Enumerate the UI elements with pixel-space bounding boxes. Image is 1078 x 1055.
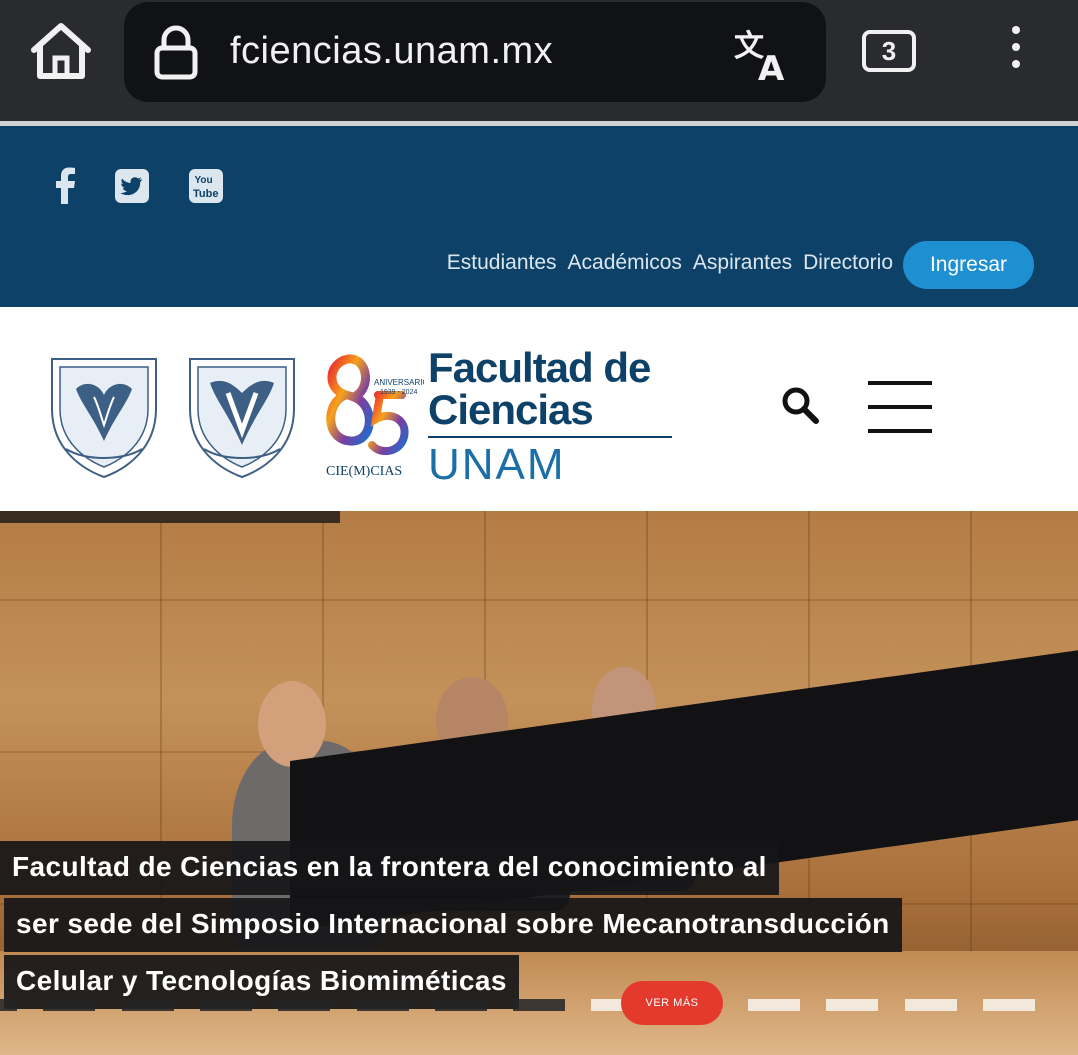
url-text[interactable]: fciencias.unam.mx (230, 30, 553, 73)
top-nav: Estudiantes Académicos Aspirantes Direct… (447, 251, 893, 275)
site-header: ANIVERSARIO 1939 - 2024 CIE(M)CIAS Facul… (0, 307, 1078, 511)
svg-text:A: A (758, 49, 785, 82)
ver-mas-button[interactable]: VER MÁS (621, 981, 723, 1025)
panelist-1-head (258, 681, 326, 767)
carousel-dot[interactable] (0, 999, 17, 1011)
carousel-dot[interactable] (513, 999, 566, 1011)
hero-carousel[interactable]: Facultad de Ciencias en la frontera del … (0, 511, 1078, 1055)
svg-text:ANIVERSARIO: ANIVERSARIO (374, 378, 424, 387)
hamburger-menu-icon[interactable] (868, 381, 932, 435)
youtube-icon[interactable]: You Tube (186, 166, 226, 206)
facebook-icon[interactable] (46, 166, 86, 206)
faculty-title[interactable]: Facultad de Ciencias (428, 344, 651, 433)
address-bar[interactable]: fciencias.unam.mx 文 A (124, 2, 826, 102)
fciencias-seal-logo[interactable] (184, 349, 300, 481)
headline-line-2: ser sede del Simposio Internacional sobr… (4, 898, 902, 952)
nav-link-directorio[interactable]: Directorio (803, 251, 893, 275)
tab-switcher-button[interactable]: 3 (862, 30, 916, 72)
nav-link-aspirantes[interactable]: Aspirantes (693, 251, 792, 275)
title-line-2: Ciencias (428, 386, 594, 433)
projector-screen-edge (0, 511, 340, 523)
lock-icon[interactable] (154, 24, 198, 80)
browser-toolbar: fciencias.unam.mx 文 A 3 (0, 0, 1078, 121)
more-options-icon[interactable] (996, 26, 1036, 76)
carousel-dot[interactable] (748, 999, 800, 1011)
translate-icon[interactable]: 文 A (734, 26, 792, 89)
title-unam: UNAM (428, 440, 566, 489)
85-anniversary-logo[interactable]: ANIVERSARIO 1939 - 2024 CIE(M)CIAS (318, 349, 429, 481)
site-top-bar: You Tube Estudiantes Académicos Aspirante… (0, 126, 1078, 307)
carousel-dot[interactable] (434, 999, 487, 1011)
search-icon[interactable] (780, 385, 820, 425)
nav-link-academicos[interactable]: Académicos (568, 251, 682, 275)
nav-link-estudiantes[interactable]: Estudiantes (447, 251, 557, 275)
carousel-dot[interactable] (278, 999, 331, 1011)
headline-line-1: Facultad de Ciencias en la frontera del … (0, 841, 779, 895)
carousel-dot[interactable] (356, 999, 409, 1011)
svg-text:CIE(M)CIAS: CIE(M)CIAS (326, 464, 402, 479)
twitter-icon[interactable] (112, 166, 152, 206)
carousel-dot[interactable] (982, 999, 1035, 1011)
carousel-dot[interactable] (826, 999, 879, 1011)
carousel-dot[interactable] (43, 999, 96, 1011)
svg-text:You: You (195, 175, 213, 186)
svg-text:1939 - 2024: 1939 - 2024 (380, 389, 417, 396)
title-line-1: Facultad de (428, 344, 651, 391)
carousel-dot[interactable] (904, 999, 957, 1011)
carousel-dot[interactable] (199, 999, 252, 1011)
title-divider (428, 436, 672, 438)
carousel-dot[interactable] (121, 999, 174, 1011)
svg-text:Tube: Tube (193, 188, 218, 200)
home-icon[interactable] (28, 20, 94, 82)
login-button[interactable]: Ingresar (903, 241, 1034, 289)
carousel-indicators (0, 999, 1078, 1011)
unam-seal-logo[interactable] (46, 349, 162, 481)
